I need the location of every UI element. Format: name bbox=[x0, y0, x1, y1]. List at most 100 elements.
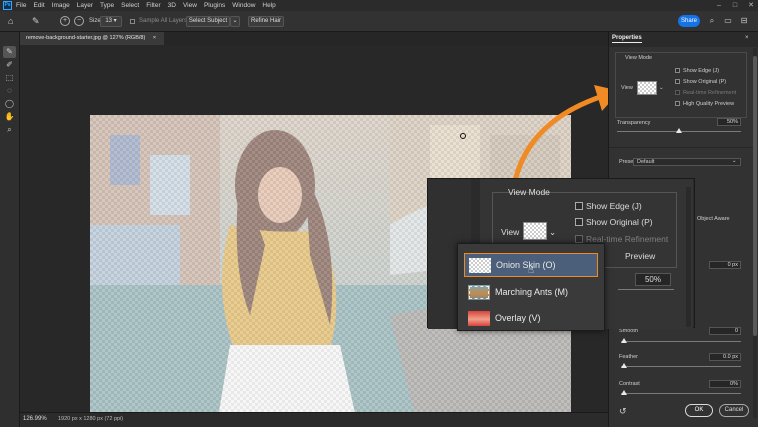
menu-image[interactable]: Image bbox=[52, 2, 70, 9]
select-subject-button[interactable]: Select Subject bbox=[186, 16, 230, 27]
options-bar: ⌂ ✎ + − Size: 13 ▾ Sample All Layers Sel… bbox=[0, 11, 758, 32]
close-window-icon[interactable]: ✕ bbox=[744, 0, 758, 11]
transparency-slider-thumb[interactable] bbox=[676, 128, 682, 133]
high-quality-preview-checkbox[interactable] bbox=[675, 101, 680, 106]
menu-select[interactable]: Select bbox=[121, 2, 139, 9]
preset-dropdown[interactable]: Default ⌄ bbox=[633, 158, 741, 166]
realtime-refinement-label: Real-time Refinement bbox=[683, 90, 737, 96]
zoom-level[interactable]: 126.99% bbox=[23, 416, 47, 422]
add-to-selection-icon[interactable]: + bbox=[60, 16, 70, 26]
properties-tab[interactable]: Properties bbox=[612, 35, 642, 43]
hand-pointer-cursor-icon: ☝ bbox=[528, 265, 535, 276]
callout-preview-label: Preview bbox=[625, 251, 656, 261]
transparency-label: Transparency bbox=[617, 120, 651, 126]
panel-header: Properties × bbox=[609, 32, 758, 47]
workspace-icon[interactable]: ▭ bbox=[722, 15, 734, 27]
menu-help[interactable]: Help bbox=[262, 2, 275, 9]
brush-preset-icon[interactable]: ✎ bbox=[32, 16, 40, 27]
divider bbox=[609, 147, 753, 148]
search-icon[interactable]: ⌕ bbox=[706, 15, 718, 27]
dropdown-item-overlay[interactable]: Overlay (V) bbox=[464, 307, 598, 331]
smooth-slider-thumb[interactable] bbox=[621, 338, 627, 343]
feather-label: Feather bbox=[619, 354, 638, 360]
callout-show-edge-label: Show Edge (J) bbox=[586, 201, 642, 211]
callout-scrollbar bbox=[686, 187, 691, 327]
smooth-input[interactable]: 0 bbox=[709, 327, 741, 335]
callout-view-thumbnail[interactable] bbox=[523, 222, 547, 240]
reset-icon[interactable]: ↺ bbox=[619, 406, 627, 417]
maximize-icon[interactable]: □ bbox=[728, 0, 742, 11]
document-tab[interactable]: remove-background-starter.jpg @ 127% (RG… bbox=[20, 32, 164, 45]
view-mode-thumbnail[interactable] bbox=[637, 81, 657, 95]
document-tab-bar: remove-background-starter.jpg @ 127% (RG… bbox=[20, 32, 608, 45]
transparency-input[interactable]: 50% bbox=[717, 118, 741, 126]
callout-view-mode-label: View Mode bbox=[508, 187, 550, 197]
feather-slider-thumb[interactable] bbox=[621, 363, 627, 368]
document-tab-title: remove-background-starter.jpg @ 127% (RG… bbox=[26, 35, 146, 41]
dropdown-item-onion-skin[interactable]: Onion Skin (O) ☝ bbox=[464, 253, 598, 277]
share-button[interactable]: Share bbox=[678, 15, 700, 27]
preset-chevron-icon: ⌄ bbox=[732, 158, 737, 164]
show-edge-checkbox[interactable] bbox=[675, 68, 680, 73]
callout-show-original-checkbox[interactable] bbox=[575, 218, 583, 226]
sample-all-layers-checkbox[interactable] bbox=[130, 19, 135, 24]
preset-value: Default bbox=[637, 159, 655, 165]
menu-window[interactable]: Window bbox=[232, 2, 255, 9]
size-input[interactable]: 13 ▾ bbox=[100, 16, 122, 27]
dropdown-item-label: Overlay (V) bbox=[495, 313, 541, 323]
subtract-from-selection-icon[interactable]: − bbox=[74, 16, 84, 26]
refine-hair-button[interactable]: Refine Hair bbox=[248, 16, 284, 27]
contrast-slider-track[interactable] bbox=[621, 393, 741, 394]
dropdown-item-label: Marching Ants (M) bbox=[495, 287, 569, 297]
callout-show-edge-checkbox[interactable] bbox=[575, 202, 583, 210]
panel-scrollbar[interactable] bbox=[753, 48, 757, 418]
menu-type[interactable]: Type bbox=[100, 2, 114, 9]
callout-transparency-input[interactable]: 50% bbox=[635, 273, 671, 286]
panel-toggle-icon[interactable]: ⊟ bbox=[738, 15, 750, 27]
quick-selection-tool-icon[interactable]: ◌ bbox=[3, 85, 16, 97]
contrast-slider-thumb[interactable] bbox=[621, 390, 627, 395]
minimize-icon[interactable]: – bbox=[712, 0, 726, 11]
menu-filter[interactable]: Filter bbox=[146, 2, 160, 9]
feather-input[interactable]: 0.0 px bbox=[709, 353, 741, 361]
callout-realtime-refinement-checkbox[interactable] bbox=[575, 235, 583, 243]
menu-layer[interactable]: Layer bbox=[77, 2, 93, 9]
realtime-refinement-checkbox[interactable] bbox=[675, 90, 680, 95]
callout-view-label: View bbox=[501, 227, 520, 237]
panel-close-icon[interactable]: × bbox=[745, 35, 749, 41]
smooth-slider-track[interactable] bbox=[621, 341, 741, 342]
select-subject-dropdown-icon[interactable]: ⌄ bbox=[230, 16, 240, 27]
tools-panel: ✎ ✐ ⬚ ◌ ◯ ✋ ⌕ bbox=[0, 32, 20, 427]
dropdown-item-marching-ants[interactable]: Marching Ants (M) bbox=[464, 281, 598, 305]
callout-view-chevron-icon[interactable]: ⌄ bbox=[549, 227, 556, 238]
object-selection-tool-icon[interactable]: ⬚ bbox=[3, 72, 16, 84]
cancel-button[interactable]: Cancel bbox=[719, 404, 749, 417]
view-mode-dropdown: Onion Skin (O) ☝ Marching Ants (M) Overl… bbox=[457, 243, 605, 331]
view-mode-label: View Mode bbox=[625, 55, 653, 61]
home-icon[interactable]: ⌂ bbox=[8, 16, 13, 27]
ok-button[interactable]: OK bbox=[685, 404, 713, 417]
view-dropdown-chevron-icon[interactable]: ⌄ bbox=[659, 85, 664, 91]
refine-edge-brush-tool-icon[interactable]: ✎ bbox=[3, 46, 16, 58]
contrast-input[interactable]: 0% bbox=[709, 380, 741, 388]
menu-file[interactable]: File bbox=[16, 2, 26, 9]
menu-edit[interactable]: Edit bbox=[33, 2, 44, 9]
callout-show-original-label: Show Original (P) bbox=[586, 217, 653, 227]
status-bar: 126.99% 1920 px x 1280 px (72 ppi) bbox=[20, 412, 608, 427]
feather-slider-track[interactable] bbox=[621, 366, 741, 367]
menu-plugins[interactable]: Plugins bbox=[204, 2, 225, 9]
menu-view[interactable]: View bbox=[183, 2, 197, 9]
lasso-tool-icon[interactable]: ◯ bbox=[3, 98, 16, 110]
show-original-checkbox[interactable] bbox=[675, 79, 680, 84]
menu-3d[interactable]: 3D bbox=[168, 2, 176, 9]
radius-input[interactable]: 0 px bbox=[709, 261, 741, 269]
document-dimensions: 1920 px x 1280 px (72 ppi) bbox=[58, 416, 124, 422]
high-quality-preview-label: High Quality Preview bbox=[683, 101, 735, 107]
panel-scrollbar-thumb[interactable] bbox=[753, 56, 757, 336]
overlay-thumbnail bbox=[468, 311, 490, 326]
hand-tool-icon[interactable]: ✋ bbox=[3, 111, 16, 123]
zoom-tool-icon[interactable]: ⌕ bbox=[3, 124, 16, 136]
dropdown-item-label: Onion Skin (O) bbox=[496, 260, 556, 270]
brush-tool-icon[interactable]: ✐ bbox=[3, 59, 16, 71]
tab-close-icon[interactable]: × bbox=[153, 35, 156, 41]
